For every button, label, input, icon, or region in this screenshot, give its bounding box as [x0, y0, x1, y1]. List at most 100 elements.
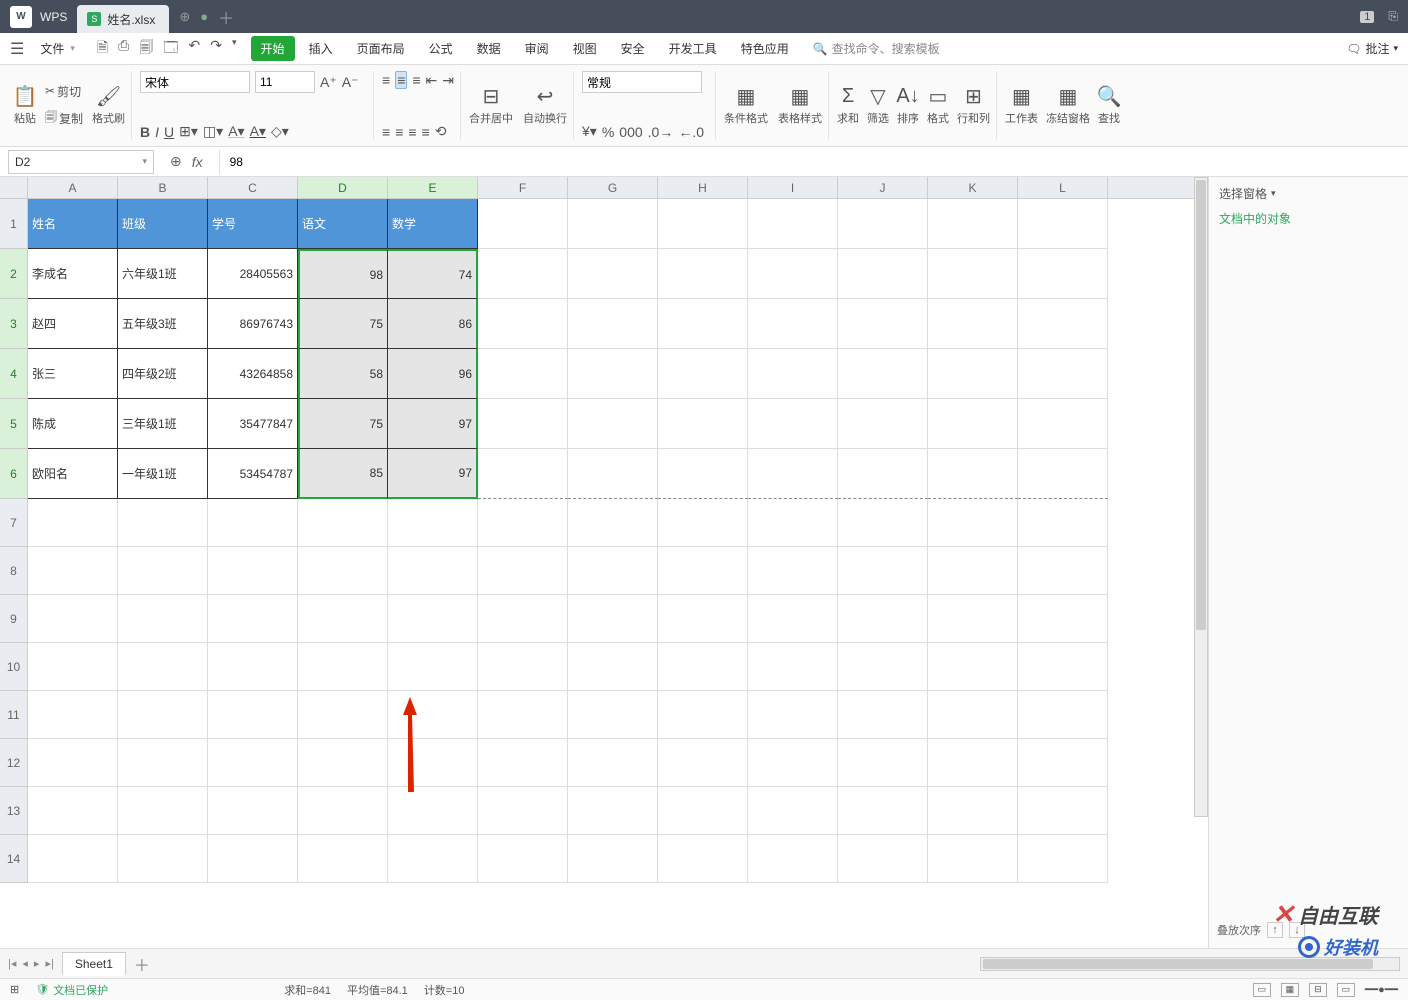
- indent-increase-icon[interactable]: ⇥: [442, 72, 454, 89]
- tab-insert[interactable]: 插入: [299, 36, 343, 61]
- cell-C10[interactable]: [208, 643, 298, 691]
- tab-review[interactable]: 审阅: [515, 36, 559, 61]
- fx-insert-icon[interactable]: ⊕: [170, 153, 182, 170]
- cell-D4[interactable]: 58: [298, 349, 388, 399]
- cell-D3[interactable]: 75: [298, 299, 388, 349]
- cell-E7[interactable]: [388, 499, 478, 547]
- cell-I9[interactable]: [748, 595, 838, 643]
- cell-I4[interactable]: [748, 349, 838, 399]
- selection-pane-title[interactable]: 选择窗格 ▾: [1219, 185, 1398, 202]
- cell-E12[interactable]: [388, 739, 478, 787]
- find-button[interactable]: 🔍查找: [1098, 86, 1120, 126]
- row-header-13[interactable]: 13: [0, 787, 28, 835]
- row-header-6[interactable]: 6: [0, 449, 28, 499]
- cell-D12[interactable]: [298, 739, 388, 787]
- document-tab[interactable]: S 姓名.xlsx: [77, 5, 169, 33]
- cell-I6[interactable]: [748, 449, 838, 499]
- cell-A9[interactable]: [28, 595, 118, 643]
- view-layout-icon[interactable]: ▦: [1281, 983, 1299, 997]
- cell-B12[interactable]: [118, 739, 208, 787]
- cell-L1[interactable]: [1018, 199, 1108, 249]
- currency-icon[interactable]: ¥▾: [582, 123, 597, 140]
- cut-button[interactable]: ✂剪切: [41, 81, 87, 102]
- column-header-J[interactable]: J: [838, 177, 928, 198]
- cell-A1[interactable]: 姓名: [28, 199, 118, 249]
- cell-L3[interactable]: [1018, 299, 1108, 349]
- cell-J10[interactable]: [838, 643, 928, 691]
- cell-E6[interactable]: 97: [388, 449, 478, 499]
- cell-D6[interactable]: 85: [298, 449, 388, 499]
- cell-H13[interactable]: [658, 787, 748, 835]
- cell-H3[interactable]: [658, 299, 748, 349]
- copy-button[interactable]: 🗐复制: [41, 106, 87, 131]
- cell-G11[interactable]: [568, 691, 658, 739]
- cell-G10[interactable]: [568, 643, 658, 691]
- sheet-first-icon[interactable]: |◂: [8, 957, 16, 970]
- cell-G9[interactable]: [568, 595, 658, 643]
- cell-A10[interactable]: [28, 643, 118, 691]
- row-header-3[interactable]: 3: [0, 299, 28, 349]
- format-button[interactable]: ▭格式: [927, 86, 949, 126]
- cell-C13[interactable]: [208, 787, 298, 835]
- column-header-I[interactable]: I: [748, 177, 838, 198]
- align-right-icon[interactable]: ≡: [408, 124, 416, 140]
- cell-C14[interactable]: [208, 835, 298, 883]
- cell-L11[interactable]: [1018, 691, 1108, 739]
- cell-G7[interactable]: [568, 499, 658, 547]
- vertical-scrollbar[interactable]: [1194, 177, 1208, 817]
- cell-A12[interactable]: [28, 739, 118, 787]
- align-left-icon[interactable]: ≡: [382, 124, 390, 140]
- row-header-9[interactable]: 9: [0, 595, 28, 643]
- align-top-icon[interactable]: ≡: [382, 72, 390, 88]
- cell-B13[interactable]: [118, 787, 208, 835]
- decrease-decimal-icon[interactable]: ←.0: [678, 124, 704, 140]
- cell-F5[interactable]: [478, 399, 568, 449]
- cell-I11[interactable]: [748, 691, 838, 739]
- cell-F13[interactable]: [478, 787, 568, 835]
- cell-G13[interactable]: [568, 787, 658, 835]
- column-header-D[interactable]: D: [298, 177, 388, 198]
- cell-J8[interactable]: [838, 547, 928, 595]
- fill-color-icon[interactable]: A▾: [228, 123, 244, 140]
- new-tab-button[interactable]: ＋: [218, 5, 234, 29]
- cell-C6[interactable]: 53454787: [208, 449, 298, 499]
- cell-H11[interactable]: [658, 691, 748, 739]
- cell-H7[interactable]: [658, 499, 748, 547]
- horizontal-scrollbar[interactable]: [980, 957, 1400, 971]
- view-reading-icon[interactable]: ▭: [1337, 983, 1355, 997]
- align-center-icon[interactable]: ≡: [395, 124, 403, 140]
- cell-H12[interactable]: [658, 739, 748, 787]
- cell-F12[interactable]: [478, 739, 568, 787]
- zoom-slider[interactable]: ━━●━━: [1365, 983, 1398, 996]
- row-header-1[interactable]: 1: [0, 199, 28, 249]
- cell-L13[interactable]: [1018, 787, 1108, 835]
- cell-H2[interactable]: [658, 249, 748, 299]
- cell-E8[interactable]: [388, 547, 478, 595]
- percent-icon[interactable]: %: [602, 124, 614, 140]
- cell-K9[interactable]: [928, 595, 1018, 643]
- cell-L10[interactable]: [1018, 643, 1108, 691]
- table-style-button[interactable]: ▦ 表格样式: [778, 86, 822, 126]
- column-header-H[interactable]: H: [658, 177, 748, 198]
- cell-H1[interactable]: [658, 199, 748, 249]
- cell-F2[interactable]: [478, 249, 568, 299]
- cell-G14[interactable]: [568, 835, 658, 883]
- objects-in-document[interactable]: 文档中的对象: [1219, 210, 1398, 227]
- tab-data[interactable]: 数据: [467, 36, 511, 61]
- customize-icon[interactable]: ⊞: [10, 983, 19, 996]
- cell-D2[interactable]: 98: [298, 249, 388, 299]
- view-normal-icon[interactable]: ▭: [1253, 983, 1271, 997]
- cell-K6[interactable]: [928, 449, 1018, 499]
- cell-B11[interactable]: [118, 691, 208, 739]
- sort-button[interactable]: A↓排序: [897, 86, 919, 126]
- cell-J2[interactable]: [838, 249, 928, 299]
- cell-B2[interactable]: 六年级1班: [118, 249, 208, 299]
- add-sheet-button[interactable]: ＋: [134, 952, 150, 976]
- tab-pin-icon[interactable]: ⊕: [179, 9, 190, 25]
- number-format-select[interactable]: [582, 71, 702, 93]
- column-header-C[interactable]: C: [208, 177, 298, 198]
- window-menu-icon[interactable]: ⎘: [1388, 9, 1398, 24]
- font-size-select[interactable]: [255, 71, 315, 93]
- cell-B9[interactable]: [118, 595, 208, 643]
- row-header-12[interactable]: 12: [0, 739, 28, 787]
